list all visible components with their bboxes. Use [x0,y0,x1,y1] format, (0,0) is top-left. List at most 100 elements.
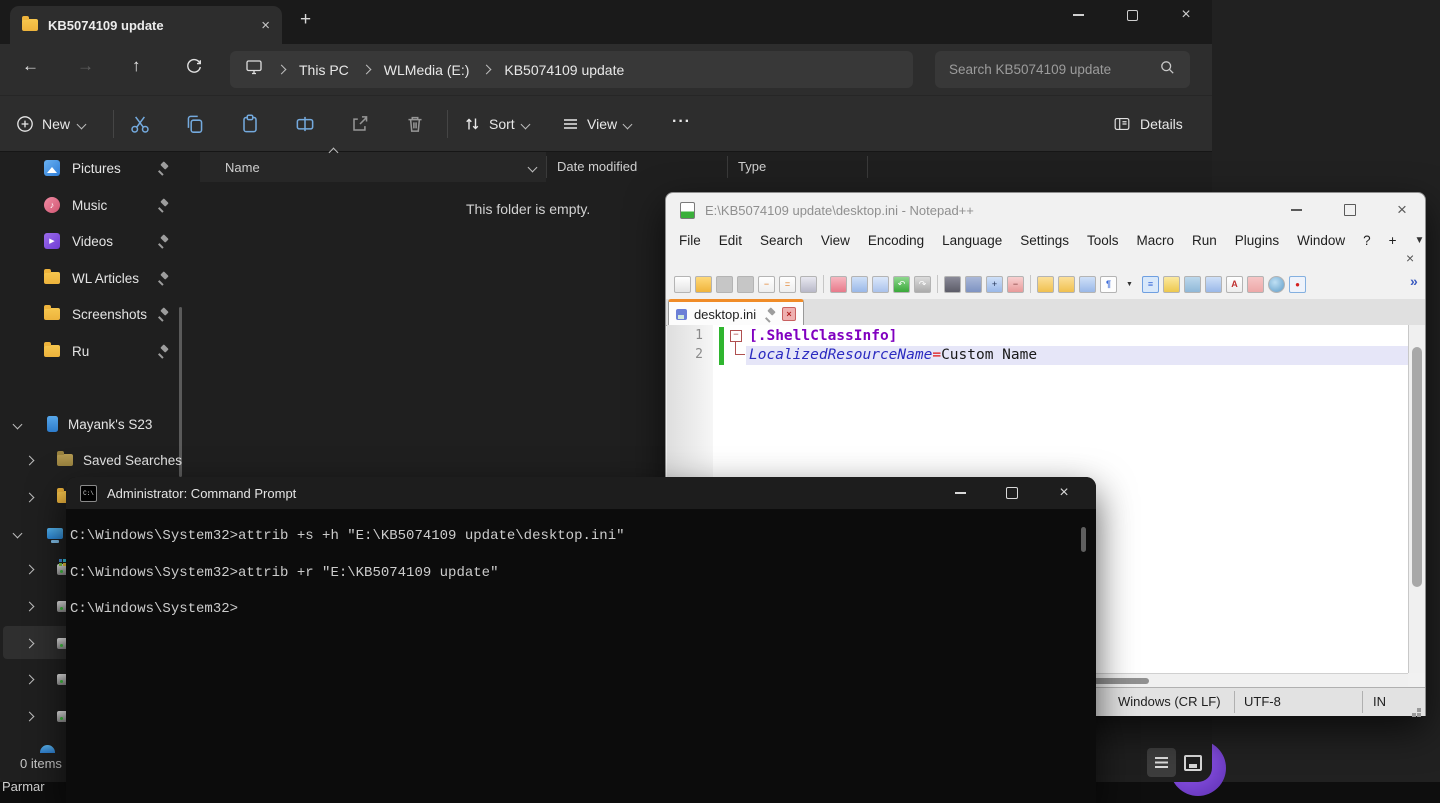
new-button[interactable]: New [16,109,85,139]
menu-help[interactable]: ? [1354,233,1380,248]
menu-overflow-icon[interactable]: ▼ [1406,235,1434,246]
column-divider[interactable] [867,156,868,178]
share-button[interactable] [348,112,372,141]
cmd-minimize-button[interactable] [940,478,980,508]
paste-button[interactable] [238,112,262,141]
menu-plugins[interactable]: Plugins [1226,233,1288,248]
open-icon[interactable] [695,276,712,293]
menu-plus[interactable]: + [1380,233,1406,248]
new-tab-button[interactable]: + [300,9,311,31]
chevron-right-icon[interactable] [25,492,35,502]
npp-minimize-button[interactable] [1276,195,1316,225]
npp-close-button[interactable]: × [1382,195,1422,225]
back-button[interactable]: ← [22,56,39,76]
column-divider[interactable] [546,156,547,178]
window-maximize-button[interactable] [1110,0,1154,30]
replace-icon[interactable] [965,276,982,293]
close-icon[interactable]: − [758,276,775,293]
more-options-button[interactable]: ··· [672,113,691,131]
cut-button[interactable] [128,112,152,141]
menu-tools[interactable]: Tools [1078,233,1128,248]
sort-button[interactable]: Sort [462,109,529,139]
indent-guide-icon[interactable]: ≡ [1142,276,1159,293]
sidebar-item-screenshots[interactable]: Screenshots [44,297,184,331]
chevron-right-icon[interactable] [25,674,35,684]
chevron-right-icon[interactable] [25,564,35,574]
menu-search[interactable]: Search [751,233,812,248]
npp-vscrollbar[interactable] [1408,325,1425,673]
chevron-right-icon[interactable] [25,455,35,465]
find-icon[interactable] [944,276,961,293]
copy-icon[interactable] [851,276,868,293]
explorer-tab[interactable]: KB5074109 update × [10,6,282,44]
new-file-icon[interactable] [674,276,691,293]
cmd-maximize-button[interactable] [992,478,1032,508]
chevron-right-icon[interactable] [25,711,35,721]
window-minimize-button[interactable] [1056,0,1100,30]
dropdown-icon[interactable]: ▼ [1121,276,1138,293]
folder-as-workspace-icon[interactable] [1247,276,1264,293]
document-map-icon[interactable] [1184,276,1201,293]
menu-run[interactable]: Run [1183,233,1226,248]
delete-button[interactable] [403,112,427,141]
cmd-scrollbar-thumb[interactable] [1081,527,1086,552]
toolbar-more-icon[interactable]: » [1410,273,1418,289]
search-box[interactable]: Search KB5074109 update [935,51,1190,88]
undo-icon[interactable]: ↶ [893,276,910,293]
sync-horizontal-icon[interactable] [1058,276,1075,293]
sidebar-item-saved-searches[interactable]: Saved Searches [26,443,188,477]
thumbnail-view-button[interactable] [1179,749,1206,776]
print-icon[interactable] [800,276,817,293]
breadcrumb-current-folder[interactable]: KB5074109 update [504,62,624,78]
word-wrap-icon[interactable] [1079,276,1096,293]
chevron-down-icon[interactable] [528,162,538,172]
sidebar-item-phone[interactable]: Mayank's S23 [14,407,188,441]
menu-file[interactable]: File [670,233,710,248]
resize-grip-icon[interactable] [1417,708,1421,712]
save-icon[interactable] [716,276,733,293]
pdf-export-icon[interactable]: A [1226,276,1243,293]
document-switcher-icon[interactable] [1205,276,1222,293]
chevron-down-icon[interactable] [13,419,23,429]
window-close-button[interactable]: × [1164,0,1208,30]
menu-settings[interactable]: Settings [1011,233,1078,248]
column-divider[interactable] [727,156,728,178]
tab-close-icon[interactable]: × [261,17,270,34]
cmd-close-button[interactable]: × [1044,478,1084,508]
sidebar-item-music[interactable]: ♪ Music [44,188,184,222]
tab-close-icon[interactable]: × [782,307,796,321]
cut-icon[interactable] [830,276,847,293]
chevron-right-icon[interactable] [25,601,35,611]
details-view-button[interactable] [1147,748,1176,777]
tab-pin-icon[interactable] [763,308,775,320]
breadcrumb-this-pc[interactable]: This PC [299,62,349,78]
sync-vertical-icon[interactable] [1037,276,1054,293]
save-all-icon[interactable] [737,276,754,293]
function-list-icon[interactable] [1163,276,1180,293]
column-header-type[interactable]: Type [738,159,766,174]
chevron-down-icon[interactable] [13,528,23,538]
preview-icon[interactable] [1268,276,1285,293]
npp-maximize-button[interactable] [1330,195,1370,225]
macro-record-icon[interactable]: ● [1289,276,1306,293]
sidebar-item-videos[interactable]: ▶ Videos [44,224,184,258]
npp-active-tab[interactable]: desktop.ini × [668,299,804,326]
zoom-out-icon[interactable]: − [1007,276,1024,293]
menu-window[interactable]: Window [1288,233,1354,248]
panel-close-icon[interactable]: × [1406,250,1414,266]
breadcrumb[interactable]: This PC WLMedia (E:) KB5074109 update [230,51,913,88]
column-header-name[interactable]: Name [200,152,546,182]
show-all-characters-icon[interactable]: ¶ [1100,276,1117,293]
details-pane-button[interactable]: Details [1112,109,1183,139]
menu-language[interactable]: Language [933,233,1011,248]
redo-icon[interactable]: ↷ [914,276,931,293]
refresh-button[interactable] [185,58,203,81]
sidebar-item-pictures[interactable]: Pictures [44,151,184,185]
zoom-in-icon[interactable]: + [986,276,1003,293]
column-header-date-modified[interactable]: Date modified [557,159,637,174]
rename-button[interactable] [293,112,317,141]
menu-edit[interactable]: Edit [710,233,751,248]
search-icon[interactable] [1159,59,1176,81]
sidebar-item-ru[interactable]: Ru [44,334,184,368]
copy-button[interactable] [183,112,207,141]
